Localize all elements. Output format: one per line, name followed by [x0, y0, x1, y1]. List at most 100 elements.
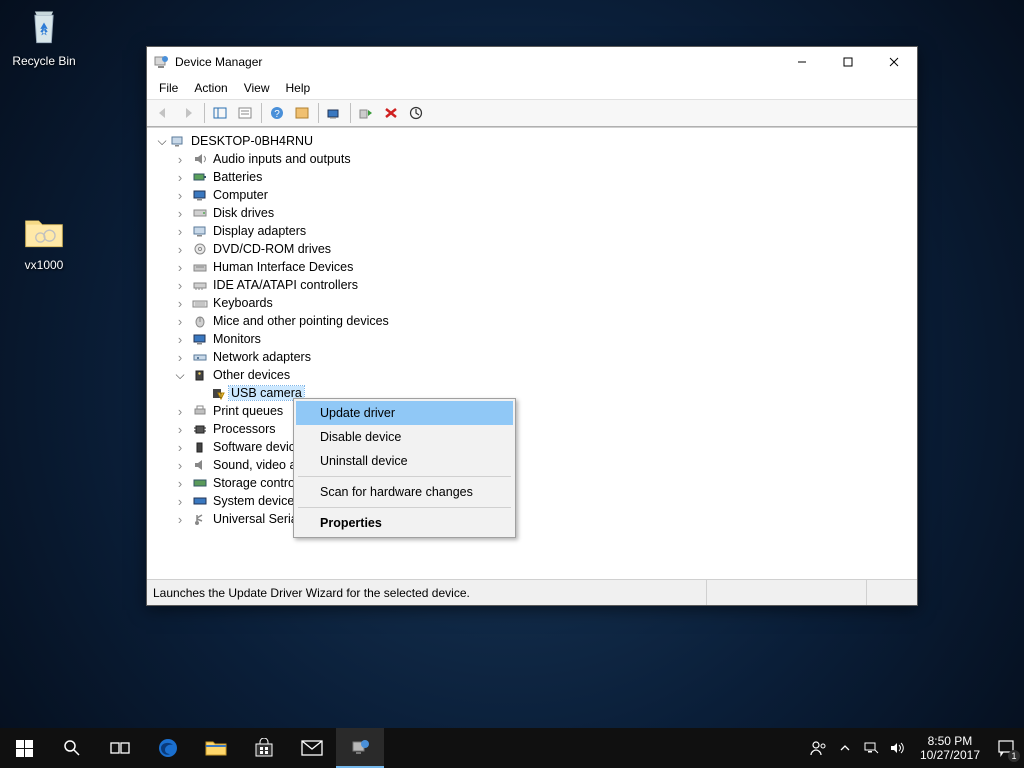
chevron-right-icon[interactable]: [173, 296, 187, 311]
chevron-right-icon[interactable]: [173, 512, 187, 527]
menu-file[interactable]: File: [151, 79, 186, 97]
chevron-right-icon[interactable]: [173, 350, 187, 365]
action-center-button[interactable]: 1: [988, 728, 1024, 768]
chevron-right-icon[interactable]: [173, 404, 187, 419]
ctx-scan-hardware[interactable]: Scan for hardware changes: [296, 480, 513, 504]
toolbar-forward-button[interactable]: [176, 101, 200, 125]
tree-category-display[interactable]: Display adapters: [151, 222, 917, 240]
minimize-button[interactable]: [779, 47, 825, 77]
tree-category-ide[interactable]: IDE ATA/ATAPI controllers: [151, 276, 917, 294]
status-cell-3: [867, 580, 917, 605]
menu-action[interactable]: Action: [186, 79, 235, 97]
tree-label: Computer: [211, 188, 270, 202]
taskbar-mail[interactable]: [288, 728, 336, 768]
tray-people-icon[interactable]: [810, 739, 828, 757]
toolbar-uninstall-button[interactable]: [379, 101, 403, 125]
chevron-right-icon[interactable]: [173, 422, 187, 437]
ctx-separator: [298, 507, 511, 508]
chevron-right-icon[interactable]: [173, 440, 187, 455]
chevron-right-icon[interactable]: [173, 458, 187, 473]
ctx-uninstall-device[interactable]: Uninstall device: [296, 449, 513, 473]
tree-category-audio[interactable]: Audio inputs and outputs: [151, 150, 917, 168]
tree-category-sound[interactable]: Sound, video and game controllers: [151, 456, 917, 474]
ctx-disable-device[interactable]: Disable device: [296, 425, 513, 449]
tree-category-monitors[interactable]: Monitors: [151, 330, 917, 348]
tree-category-keyboards[interactable]: Keyboards: [151, 294, 917, 312]
svg-text:!: !: [220, 393, 222, 400]
maximize-button[interactable]: [825, 47, 871, 77]
tree-category-batteries[interactable]: Batteries: [151, 168, 917, 186]
tray-network-icon[interactable]: [862, 739, 880, 757]
toolbar-properties-button[interactable]: [233, 101, 257, 125]
tree-root[interactable]: DESKTOP-0BH4RNU: [151, 132, 917, 150]
chevron-right-icon[interactable]: [173, 314, 187, 329]
ctx-properties[interactable]: Properties: [296, 511, 513, 535]
toolbar-update-button[interactable]: [404, 101, 428, 125]
tree-category-system[interactable]: System devices: [151, 492, 917, 510]
battery-icon: [191, 169, 209, 185]
close-button[interactable]: [871, 47, 917, 77]
tree-category-mice[interactable]: Mice and other pointing devices: [151, 312, 917, 330]
search-button[interactable]: [48, 728, 96, 768]
tree-category-processors[interactable]: Processors: [151, 420, 917, 438]
device-tree[interactable]: DESKTOP-0BH4RNU Audio inputs and outputs…: [147, 127, 917, 579]
device-manager-window: Device Manager File Action View Help ? D…: [146, 46, 918, 606]
chevron-down-icon[interactable]: [173, 368, 187, 383]
taskbar-edge[interactable]: [144, 728, 192, 768]
tree-category-print[interactable]: Print queues: [151, 402, 917, 420]
usb-icon: [191, 511, 209, 527]
svg-text:?: ?: [274, 109, 280, 120]
tree-label: IDE ATA/ATAPI controllers: [211, 278, 360, 292]
tree-label: Keyboards: [211, 296, 275, 310]
start-button[interactable]: [0, 728, 48, 768]
chevron-right-icon[interactable]: [173, 152, 187, 167]
chevron-right-icon[interactable]: [173, 242, 187, 257]
tree-category-dvd[interactable]: DVD/CD-ROM drives: [151, 240, 917, 258]
toolbar-show-hide-tree-button[interactable]: [208, 101, 232, 125]
task-view-button[interactable]: [96, 728, 144, 768]
tray-volume-icon[interactable]: [888, 739, 906, 757]
ctx-update-driver[interactable]: Update driver: [296, 401, 513, 425]
tree-category-usb[interactable]: Universal Serial Bus controllers: [151, 510, 917, 528]
menu-help[interactable]: Help: [278, 79, 319, 97]
taskbar-device-manager[interactable]: [336, 728, 384, 768]
titlebar[interactable]: Device Manager: [147, 47, 917, 77]
chevron-right-icon[interactable]: [173, 188, 187, 203]
chevron-down-icon[interactable]: [155, 134, 169, 149]
taskbar-store[interactable]: [240, 728, 288, 768]
tree-label: Mice and other pointing devices: [211, 314, 391, 328]
tree-category-network[interactable]: Network adapters: [151, 348, 917, 366]
taskbar-clock[interactable]: 8:50 PM 10/27/2017: [912, 734, 988, 762]
tree-category-disk[interactable]: Disk drives: [151, 204, 917, 222]
tree-device-usb-camera[interactable]: !USB camera: [151, 384, 917, 402]
tray-show-hidden-icon[interactable]: [836, 739, 854, 757]
audio-icon: [191, 151, 209, 167]
chevron-right-icon[interactable]: [173, 206, 187, 221]
chevron-right-icon[interactable]: [173, 476, 187, 491]
menu-view[interactable]: View: [236, 79, 278, 97]
tree-category-software[interactable]: Software devices: [151, 438, 917, 456]
tree-category-storage[interactable]: Storage controllers: [151, 474, 917, 492]
tree-label: Print queues: [211, 404, 285, 418]
tree-category-computer[interactable]: Computer: [151, 186, 917, 204]
tree-category-other[interactable]: Other devices: [151, 366, 917, 384]
toolbar-back-button[interactable]: [151, 101, 175, 125]
ide-icon: [191, 277, 209, 293]
unknown-device-icon: !: [209, 385, 227, 401]
chevron-right-icon[interactable]: [173, 224, 187, 239]
folder-icon: [20, 208, 68, 256]
toolbar-enable-button[interactable]: [354, 101, 378, 125]
chevron-right-icon[interactable]: [173, 170, 187, 185]
toolbar-action-button[interactable]: [290, 101, 314, 125]
desktop-icon-folder-vx1000[interactable]: vx1000: [6, 208, 82, 272]
status-text: Launches the Update Driver Wizard for th…: [147, 580, 707, 605]
chevron-right-icon[interactable]: [173, 494, 187, 509]
toolbar-scan-button[interactable]: [322, 101, 346, 125]
tree-category-hid[interactable]: Human Interface Devices: [151, 258, 917, 276]
taskbar-explorer[interactable]: [192, 728, 240, 768]
toolbar-help-button[interactable]: ?: [265, 101, 289, 125]
chevron-right-icon[interactable]: [173, 260, 187, 275]
chevron-right-icon[interactable]: [173, 278, 187, 293]
desktop-icon-recycle-bin[interactable]: Recycle Bin: [6, 4, 82, 68]
chevron-right-icon[interactable]: [173, 332, 187, 347]
